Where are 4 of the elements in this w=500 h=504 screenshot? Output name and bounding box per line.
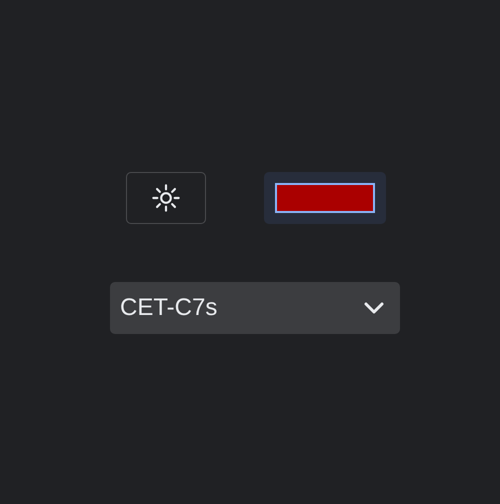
brightness-button[interactable] bbox=[126, 172, 206, 224]
color-swatch-button[interactable] bbox=[264, 172, 386, 224]
colormap-select[interactable]: CET-C7s bbox=[110, 282, 400, 334]
sun-icon bbox=[150, 182, 182, 214]
